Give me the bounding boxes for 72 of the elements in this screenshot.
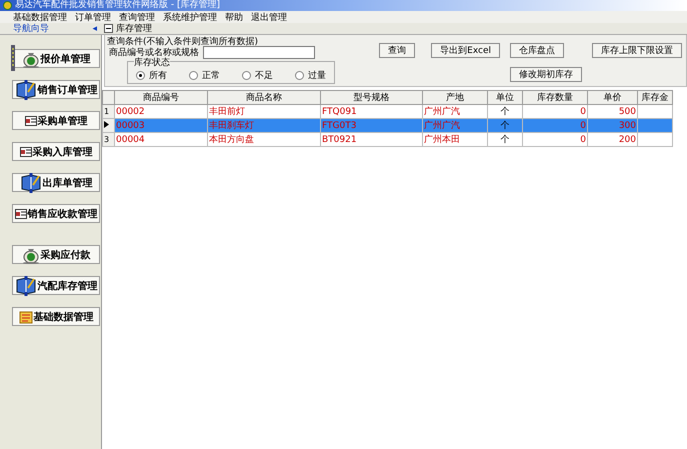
collapse-icon[interactable] bbox=[104, 24, 113, 33]
table-cell: 广州本田 bbox=[422, 132, 488, 146]
card-icon bbox=[24, 116, 36, 126]
table-cell: 本田方向盘 bbox=[208, 132, 320, 146]
table-cell: 广州广汽 bbox=[422, 118, 488, 132]
menu-item[interactable]: 查询管理 bbox=[119, 10, 155, 24]
navigation-button[interactable]: 出库单管理 bbox=[12, 173, 100, 192]
table-cell: 200 bbox=[588, 132, 638, 146]
table-cell: 00004 bbox=[114, 132, 208, 146]
column-header[interactable]: 库存数量 bbox=[522, 90, 588, 104]
table-row[interactable]: 3 00004 本田方向盘 BT0921 广州本田 个 0 200 bbox=[102, 132, 672, 146]
column-header[interactable]: 型号规格 bbox=[320, 90, 422, 104]
menu-item[interactable]: 帮助 bbox=[225, 10, 243, 24]
current-row-icon bbox=[104, 121, 109, 128]
menu-item[interactable]: 订单管理 bbox=[75, 10, 111, 24]
row-number: 3 bbox=[104, 135, 110, 144]
group-title: 查询条件(不输入条件则查询所有数据) bbox=[107, 36, 258, 48]
card-icon bbox=[20, 146, 32, 156]
table-cell: 个 bbox=[488, 118, 522, 132]
navigation-button[interactable]: 销售应收款管理 bbox=[12, 204, 100, 223]
action-button[interactable]: 库存上限下限设置 bbox=[592, 43, 682, 58]
table-cell: BT0921 bbox=[320, 132, 422, 146]
radio-button[interactable] bbox=[242, 71, 251, 80]
radio-label: 过量 bbox=[308, 70, 326, 82]
navigation-button[interactable]: 销售订单管理 bbox=[12, 80, 100, 99]
radio-button[interactable] bbox=[136, 71, 145, 80]
column-header[interactable]: 产地 bbox=[422, 90, 488, 104]
action-button[interactable]: 仓库盘点 bbox=[510, 43, 564, 58]
collapse-button[interactable]: ◂ bbox=[92, 24, 97, 34]
navigation-button[interactable]: 采购入库管理 bbox=[12, 142, 100, 161]
navigation-button[interactable]: 采购应付款 bbox=[12, 245, 100, 264]
book-icon bbox=[14, 80, 36, 100]
radio-button[interactable] bbox=[189, 71, 198, 80]
radio-label: 所有 bbox=[149, 70, 167, 82]
radio-button[interactable] bbox=[295, 71, 304, 80]
navigation-button[interactable]: 采购单管理 bbox=[12, 111, 100, 130]
table-cell: 0 bbox=[522, 118, 588, 132]
book-icon bbox=[14, 276, 36, 296]
menu-item[interactable]: 基础数据管理 bbox=[13, 10, 67, 24]
card-icon bbox=[14, 208, 26, 218]
search-field[interactable] bbox=[203, 46, 315, 59]
app-icon bbox=[3, 1, 12, 10]
action-button[interactable]: 导出到Excel bbox=[431, 43, 500, 58]
menu-item[interactable]: 退出管理 bbox=[251, 10, 287, 24]
table-cell: 丰田刹车灯 bbox=[208, 118, 320, 132]
row-number: 1 bbox=[104, 107, 110, 116]
table-cell: 0 bbox=[522, 132, 588, 146]
field-label: 商品编号或名称或规格 bbox=[109, 46, 199, 58]
navigation-button[interactable]: 基础数据管理 bbox=[12, 307, 100, 326]
selected-row[interactable]: 00003 丰田刹车灯 FTG0T3 广州广汽 个 0 300 bbox=[102, 118, 672, 132]
grip-icon[interactable] bbox=[11, 45, 15, 71]
navigation-button[interactable]: 汽配库存管理 bbox=[12, 276, 100, 295]
menu-item[interactable]: 系统维护管理 bbox=[163, 10, 217, 24]
radio-label: 不足 bbox=[255, 70, 273, 82]
book-icon bbox=[20, 172, 42, 192]
action-button[interactable]: 修改期初库存 bbox=[510, 66, 582, 82]
column-header[interactable]: 单价 bbox=[588, 90, 638, 104]
navigation-button[interactable]: 报价单管理 bbox=[12, 49, 100, 68]
document-tab[interactable]: 库存管理 bbox=[116, 22, 152, 35]
radio-label: 正常 bbox=[202, 70, 220, 82]
column-header[interactable]: 商品编号 bbox=[114, 90, 208, 104]
column-header[interactable]: 单位 bbox=[488, 90, 522, 104]
action-button[interactable]: 查询 bbox=[379, 43, 416, 58]
table-cell: FTG0T3 bbox=[320, 118, 422, 132]
column-header[interactable]: 商品名称 bbox=[208, 90, 320, 104]
table-cell: 个 bbox=[488, 132, 522, 146]
folder-icon bbox=[18, 310, 32, 324]
navigator-title: 导航向导 bbox=[13, 22, 49, 35]
column-header[interactable]: 库存金 bbox=[638, 90, 672, 104]
table-cell: 00003 bbox=[114, 118, 208, 132]
group-title: 库存状态 bbox=[134, 56, 170, 69]
table-cell: 300 bbox=[588, 118, 638, 132]
